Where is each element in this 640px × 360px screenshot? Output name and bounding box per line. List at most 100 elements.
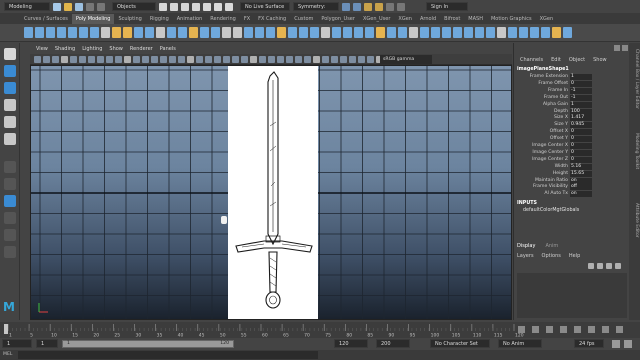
shelf-tab[interactable]: FX Caching — [254, 14, 290, 24]
select-object-icon[interactable] — [170, 2, 178, 11]
tab-channel-box-layer-editor[interactable]: Channel Box / Layer Editor — [630, 49, 639, 109]
viewport-tool-icon[interactable] — [223, 55, 230, 63]
shelf-tool-icon[interactable] — [189, 27, 198, 38]
shelf-tool-icon[interactable] — [57, 27, 66, 38]
step-back-icon[interactable] — [546, 326, 553, 333]
layer-down-icon[interactable] — [597, 263, 603, 269]
shelf-tab[interactable]: MASH — [464, 14, 487, 24]
shelf-tool-icon[interactable] — [508, 27, 517, 38]
viewport-menu-item[interactable]: Panels — [160, 46, 176, 52]
viewport-tool-icon[interactable] — [160, 55, 167, 63]
layout-single-icon[interactable] — [3, 161, 16, 173]
shelf-tool-icon[interactable] — [35, 27, 44, 38]
viewport-tool-icon[interactable] — [79, 55, 86, 63]
color-space-dropdown[interactable]: sRGB gamma — [380, 55, 432, 64]
viewport-menu-item[interactable]: Show — [109, 46, 123, 52]
move-tool-icon[interactable] — [3, 99, 16, 111]
shelf-tab[interactable]: FX — [240, 14, 254, 24]
viewport-tool-icon[interactable] — [133, 55, 140, 63]
rotate-tool-icon[interactable] — [3, 116, 16, 128]
viewport-tool-icon[interactable] — [322, 55, 329, 63]
render-icon[interactable] — [342, 2, 350, 11]
layer-up-icon[interactable] — [588, 263, 594, 269]
shelf-tool-icon[interactable] — [156, 27, 165, 38]
shelf-tool-icon[interactable] — [310, 27, 319, 38]
menuset-dropdown[interactable]: Modeling — [4, 2, 50, 11]
shelf-tab[interactable]: XGen_User — [359, 14, 394, 24]
shelf-tool-icon[interactable] — [200, 27, 209, 38]
viewport-tool-icon[interactable] — [205, 55, 212, 63]
viewport-tool-icon[interactable] — [178, 55, 185, 63]
selection-mode-dropdown[interactable]: Objects — [112, 2, 156, 11]
shelf-tool-icon[interactable] — [431, 27, 440, 38]
viewport-tool-icon[interactable] — [169, 55, 176, 63]
anim-layer-dropdown[interactable]: No Anim Layer — [498, 339, 542, 356]
ipr-render-icon[interactable] — [353, 2, 361, 11]
viewport-tool-icon[interactable] — [340, 55, 347, 63]
channel-box-tab[interactable]: Edit — [551, 57, 561, 66]
command-input[interactable] — [18, 351, 318, 359]
shelf-tool-icon[interactable] — [519, 27, 528, 38]
viewport-tool-icon[interactable] — [106, 55, 113, 63]
shelf-tool-icon[interactable] — [321, 27, 330, 38]
shelf-tool-icon[interactable] — [376, 27, 385, 38]
viewport-menu-item[interactable]: Lighting — [82, 46, 102, 52]
viewport-tool-icon[interactable] — [61, 55, 68, 63]
viewport-tool-icon[interactable] — [313, 55, 320, 63]
viewport-tool-icon[interactable] — [286, 55, 293, 63]
snap-point-icon[interactable] — [214, 2, 222, 11]
viewport-tool-icon[interactable] — [142, 55, 149, 63]
step-back-key-icon[interactable] — [532, 326, 539, 333]
tab-anim[interactable]: Anim — [545, 243, 558, 252]
attribute-value[interactable]: 1 — [570, 101, 592, 108]
layout-custom-icon[interactable] — [3, 246, 16, 258]
shelf-tool-icon[interactable] — [68, 27, 77, 38]
viewport-tool-icon[interactable] — [241, 55, 248, 63]
range-slider[interactable]: 1 120 — [62, 340, 234, 348]
shelf-tool-icon[interactable] — [354, 27, 363, 38]
shelf-tool-icon[interactable] — [442, 27, 451, 38]
shelf-tab[interactable]: Poly Modeling — [71, 14, 115, 24]
anim-end-field[interactable]: 200 — [376, 339, 410, 348]
attribute-value[interactable]: -1 — [570, 94, 592, 101]
shelf-tool-icon[interactable] — [167, 27, 176, 38]
viewport-tool-icon[interactable] — [88, 55, 95, 63]
attribute-value[interactable]: 5.16 — [570, 163, 592, 170]
shelf-tool-icon[interactable] — [299, 27, 308, 38]
shelf-tool-icon[interactable] — [464, 27, 473, 38]
viewport-tool-icon[interactable] — [43, 55, 50, 63]
live-surface-field[interactable]: No Live Surface — [240, 2, 290, 11]
layout-persp-icon[interactable] — [3, 195, 16, 207]
shelf-tab[interactable]: Polygon_User — [317, 14, 359, 24]
select-tool-icon[interactable] — [3, 48, 16, 60]
viewport-tool-icon[interactable] — [268, 55, 275, 63]
shelf-tool-icon[interactable] — [453, 27, 462, 38]
viewport-tool-icon[interactable] — [196, 55, 203, 63]
shelf-tool-icon[interactable] — [90, 27, 99, 38]
viewport-tool-icon[interactable] — [97, 55, 104, 63]
shelf-tool-icon[interactable] — [123, 27, 132, 38]
channel-box-tab[interactable]: Channels — [520, 57, 543, 66]
tab-modeling-toolkit[interactable]: Modeling Toolkit — [630, 133, 639, 169]
viewport-tool-icon[interactable] — [295, 55, 302, 63]
shelf-tool-icon[interactable] — [387, 27, 396, 38]
attribute-value[interactable]: off — [570, 184, 592, 191]
anim-start-field[interactable]: 1 — [36, 339, 58, 348]
render-settings-icon[interactable] — [364, 2, 372, 11]
viewport-tool-icon[interactable] — [124, 55, 131, 63]
viewport-menu-item[interactable]: View — [36, 46, 48, 52]
shelf-tab[interactable]: Curves / Surfaces — [20, 14, 72, 24]
attribute-value[interactable]: 1.417 — [570, 115, 592, 122]
viewport-menu-item[interactable]: Shading — [55, 46, 75, 52]
shelf-tab[interactable]: Animation — [173, 14, 207, 24]
viewport-tool-icon[interactable] — [277, 55, 284, 63]
viewport-tool-icon[interactable] — [259, 55, 266, 63]
shelf-tool-icon[interactable] — [145, 27, 154, 38]
shelf-tool-icon[interactable] — [420, 27, 429, 38]
step-forward-icon[interactable] — [588, 326, 595, 333]
shelf-tab[interactable]: Rigging — [146, 14, 173, 24]
viewport-tool-icon[interactable] — [214, 55, 221, 63]
viewport-tool-icon[interactable] — [250, 55, 257, 63]
attribute-value[interactable]: 0 — [570, 136, 592, 143]
lasso-tool-icon[interactable] — [3, 65, 16, 77]
